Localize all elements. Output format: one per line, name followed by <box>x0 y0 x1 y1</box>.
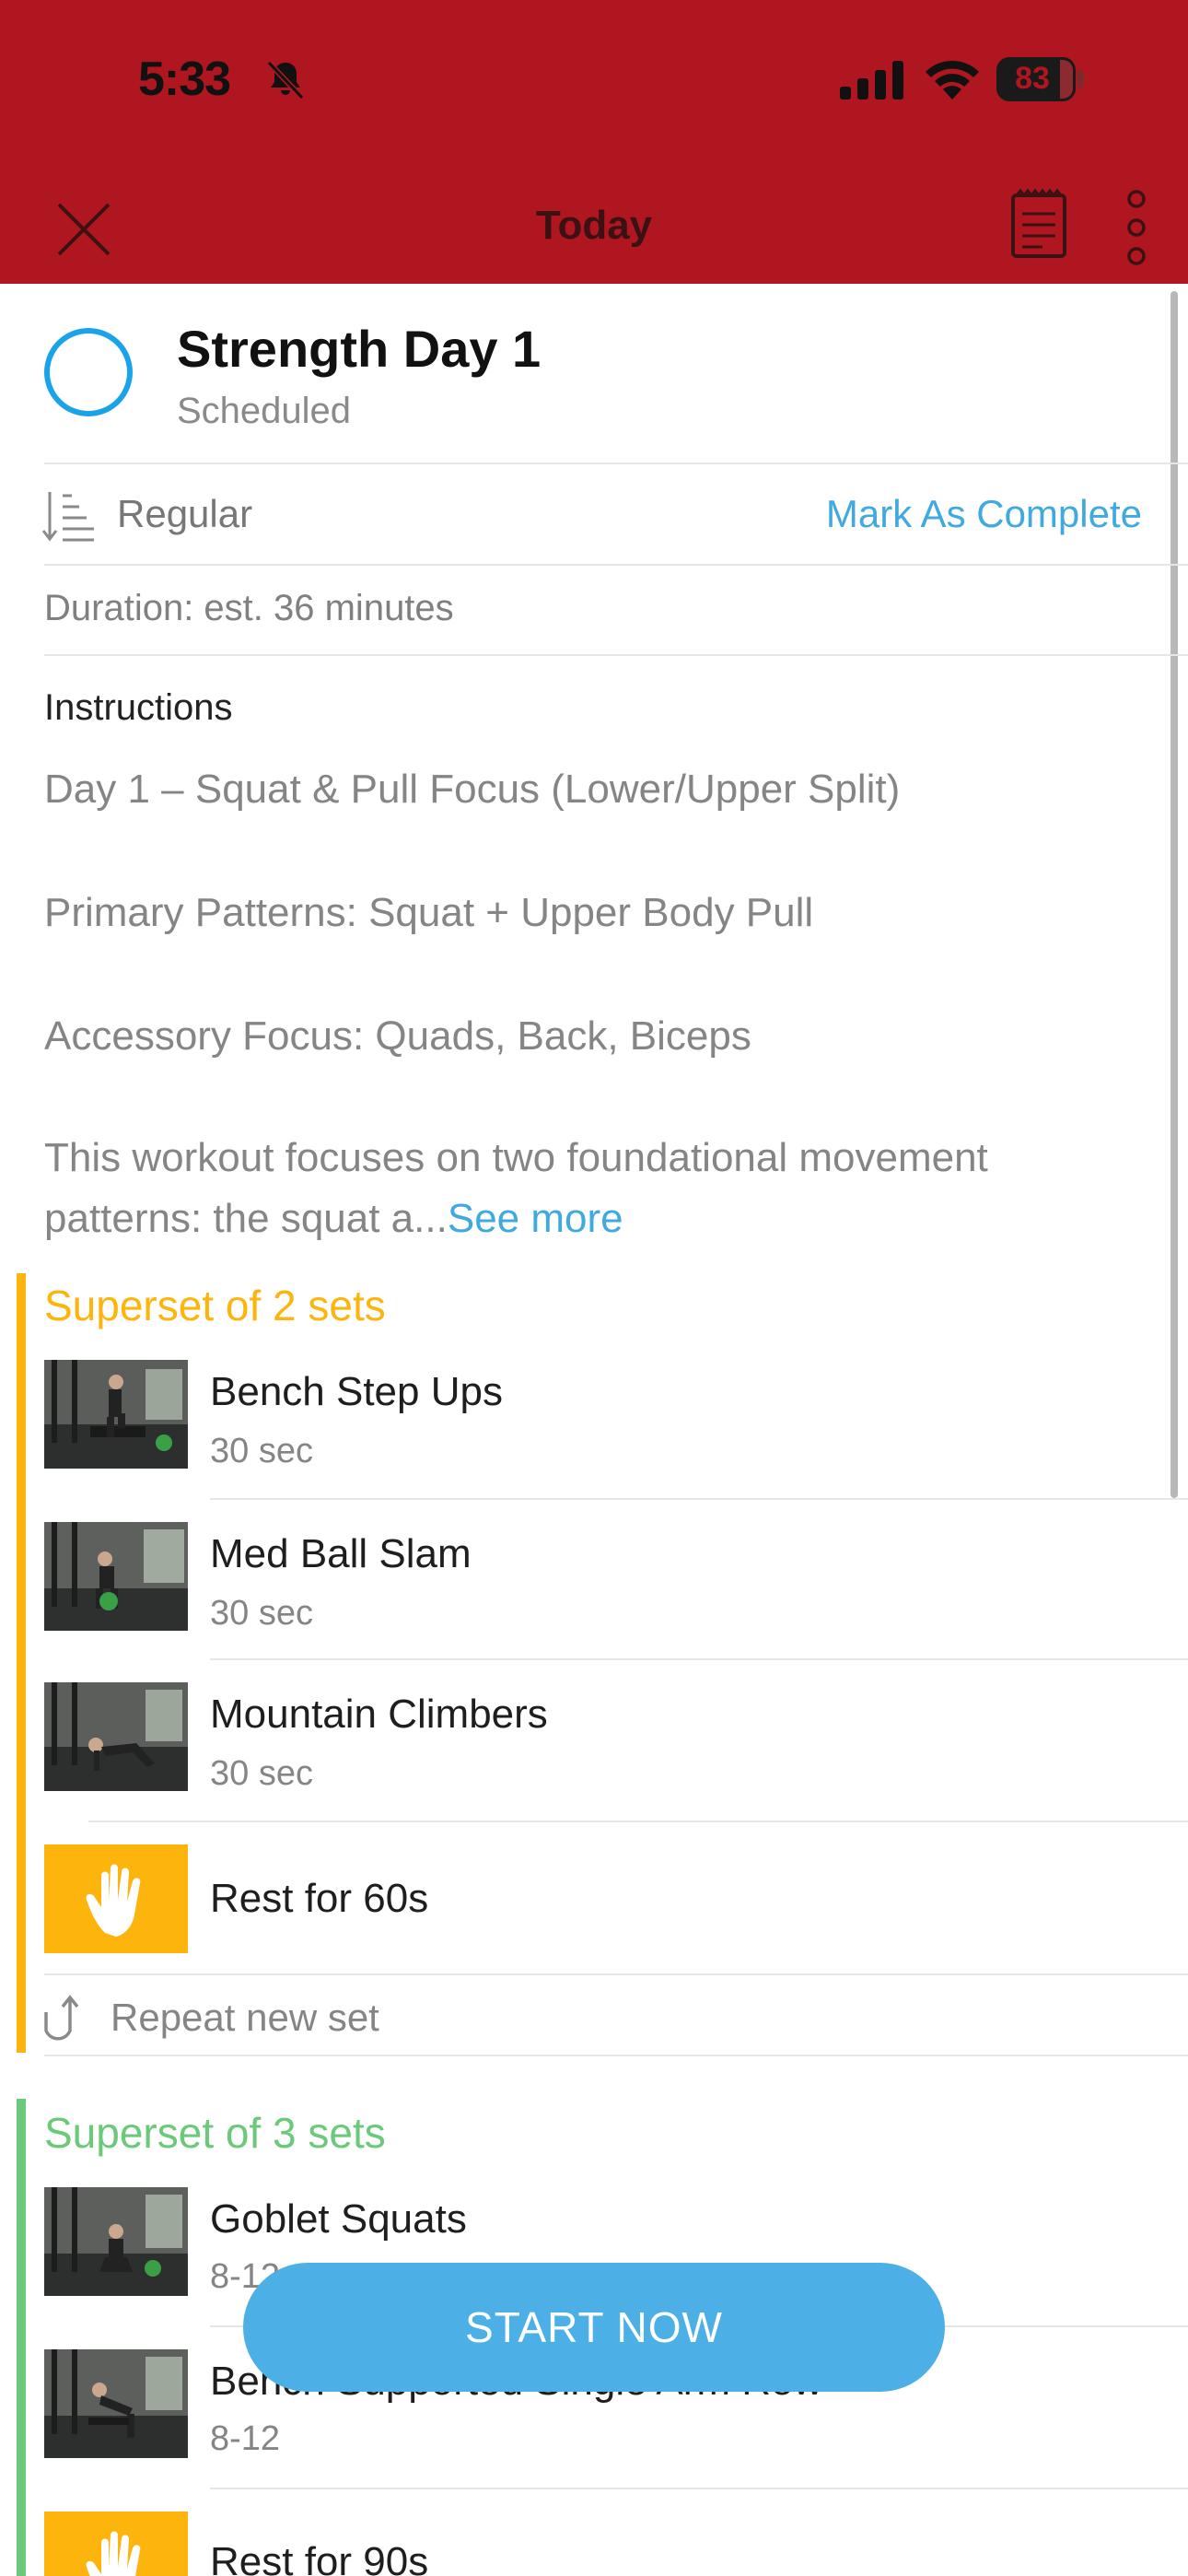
workout-header: Strength Day 1 Scheduled <box>0 284 1188 464</box>
workout-mode[interactable]: Regular <box>117 492 252 536</box>
exercise-meta: 30 sec <box>210 1594 313 1633</box>
exercise-name[interactable]: Mountain Climbers <box>210 1692 548 1738</box>
start-now-button[interactable]: START NOW <box>243 2263 945 2392</box>
instructions-line: Day 1 – Squat & Pull Focus (Lower/Upper … <box>44 767 901 812</box>
divider <box>210 1498 1188 1500</box>
complete-toggle[interactable] <box>44 328 133 416</box>
top-bar: 5:33 83 Today <box>0 0 1188 284</box>
exercise-name[interactable]: Goblet Squats <box>210 2196 467 2242</box>
exercise-thumbnail[interactable] <box>44 1682 188 1791</box>
rest-label: Rest for 60s <box>210 1876 429 1921</box>
instructions-line: This workout focuses on two foundational… <box>44 1135 988 1180</box>
bell-muted-icon <box>266 60 305 100</box>
cellular-signal-icon <box>840 61 903 100</box>
divider <box>210 2488 1188 2489</box>
rest-thumbnail <box>44 1844 188 1953</box>
mode-row: Regular Mark As Complete <box>0 464 1188 566</box>
divider <box>44 564 1188 566</box>
instructions-label: Instructions <box>44 687 233 728</box>
exercise-thumbnail[interactable] <box>44 2187 188 2296</box>
exercise-thumbnail[interactable] <box>44 1360 188 1469</box>
rest-thumbnail <box>44 2512 188 2576</box>
notes-icon[interactable] <box>1009 188 1068 260</box>
battery-percent: 83 <box>1015 61 1050 96</box>
repeat-icon <box>44 1995 79 2041</box>
divider <box>44 2055 1188 2056</box>
exercise-meta: 30 sec <box>210 1754 313 1793</box>
exercise-meta: 30 sec <box>210 1432 313 1470</box>
mark-complete-link[interactable]: Mark As Complete <box>826 492 1142 536</box>
wifi-icon <box>926 60 979 100</box>
instructions-truncated-text: patterns: the squat a... <box>44 1196 448 1241</box>
nav-bar: Today <box>0 175 1188 276</box>
repeat-set-label[interactable]: Repeat new set <box>111 1996 379 2040</box>
see-more-link[interactable]: See more <box>448 1196 623 1241</box>
sort-icon <box>42 492 94 542</box>
divider <box>210 1658 1188 1660</box>
instructions-line: Primary Patterns: Squat + Upper Body Pul… <box>44 890 814 935</box>
hand-icon <box>86 1864 141 1937</box>
status-time: 5:33 <box>138 53 231 106</box>
superset-bar <box>17 1273 26 2053</box>
divider <box>44 1973 1188 1975</box>
duration-text: Duration: est. 36 minutes <box>44 588 454 628</box>
exercise-name[interactable]: Med Ball Slam <box>210 1531 472 1577</box>
superset-title: Superset of 3 sets <box>44 2109 386 2157</box>
rest-label: Rest for 90s <box>210 2539 429 2576</box>
exercise-name[interactable]: Bench Step Ups <box>210 1369 503 1415</box>
exercise-thumbnail[interactable] <box>44 1522 188 1631</box>
divider <box>88 1821 1188 1822</box>
status-bar: 5:33 83 <box>0 0 1188 161</box>
battery-indicator: 83 <box>996 57 1085 101</box>
instructions-line: Accessory Focus: Quads, Back, Biceps <box>44 1013 751 1059</box>
hand-icon <box>86 2531 141 2576</box>
divider <box>44 654 1188 656</box>
exercise-thumbnail[interactable] <box>44 2349 188 2458</box>
instructions-line: patterns: the squat a...See more <box>44 1196 623 1242</box>
workout-status: Scheduled <box>177 391 352 431</box>
exercise-meta: 8-12 <box>210 2419 281 2458</box>
more-options-icon[interactable] <box>1120 188 1153 267</box>
superset-bar <box>17 2099 26 2576</box>
superset-title: Superset of 2 sets <box>44 1282 386 1329</box>
workout-title: Strength Day 1 <box>177 320 542 378</box>
